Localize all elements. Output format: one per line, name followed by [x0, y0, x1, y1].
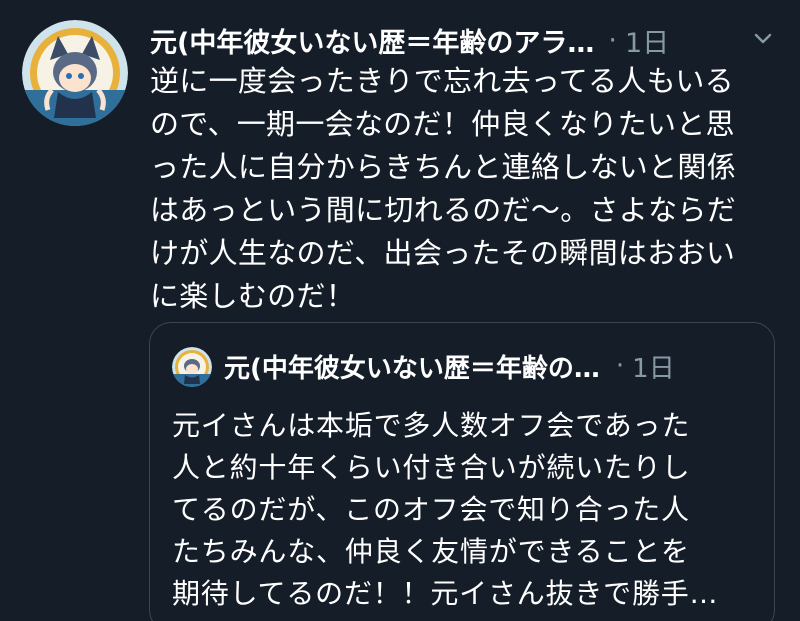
- separator-dot: ·: [615, 351, 625, 381]
- quoted-text-line: 人と約十年くらい付き合いが続いたりし: [172, 451, 691, 484]
- quoted-tweet-text: 元イさんは本垢で多人数オフ会であった 人と約十年くらい付き合いが続いたりし てる…: [172, 405, 762, 615]
- tweet-text-line: に楽しむのだ！: [150, 279, 356, 313]
- quoted-text-line: 期待してるのだ！！元イさん抜きで勝手…: [172, 577, 719, 610]
- tweet-text-line: はあっという間に切れるのだ〜。さよならだ: [150, 193, 737, 227]
- tweet-text-line: った人に自分からきちんと連絡しないと関係: [150, 150, 737, 184]
- tweet-header: 元(中年彼女いない歴＝年齢のアラ… · 1日: [150, 18, 786, 62]
- timestamp[interactable]: 1日: [625, 21, 669, 60]
- chevron-down-icon[interactable]: [748, 24, 778, 54]
- tweet-text-line: けが人生なのだ、出会ったその瞬間はおおい: [150, 236, 736, 270]
- tweet-text: 逆に一度会ったきりで忘れ去ってる人もいる ので、一期一会なのだ！仲良くなりたいと…: [150, 60, 786, 318]
- tweet-text-line: ので、一期一会なのだ！仲良くなりたいと思: [150, 107, 735, 141]
- tweet-text-line: 逆に一度会ったきりで忘れ去ってる人もいる: [150, 64, 734, 98]
- quoted-tweet-card[interactable]: 元(中年彼女いない歴＝年齢の… · 1日 元イさんは本垢で多人数オフ会であった …: [149, 322, 775, 621]
- quoted-text-line: 元イさんは本垢で多人数オフ会であった: [172, 409, 691, 442]
- quoted-avatar: [172, 347, 212, 387]
- quoted-text-line: てるのだが、このオフ会で知り合った人: [172, 493, 690, 526]
- separator-dot: ·: [608, 24, 617, 56]
- avatar[interactable]: [22, 20, 128, 126]
- author-name[interactable]: 元(中年彼女いない歴＝年齢のアラ…: [150, 21, 594, 60]
- avatar-image: [22, 20, 128, 126]
- quoted-tweet-header: 元(中年彼女いない歴＝年齢の… · 1日: [224, 346, 764, 386]
- quoted-author-name: 元(中年彼女いない歴＝年齢の…: [224, 353, 600, 384]
- quoted-text-line: たちみんな、仲良く友情ができることを: [172, 535, 690, 568]
- tweet[interactable]: 元(中年彼女いない歴＝年齢のアラ… · 1日 逆に一度会ったきりで忘れ去ってる人…: [0, 0, 800, 621]
- quoted-timestamp: 1日: [632, 353, 675, 384]
